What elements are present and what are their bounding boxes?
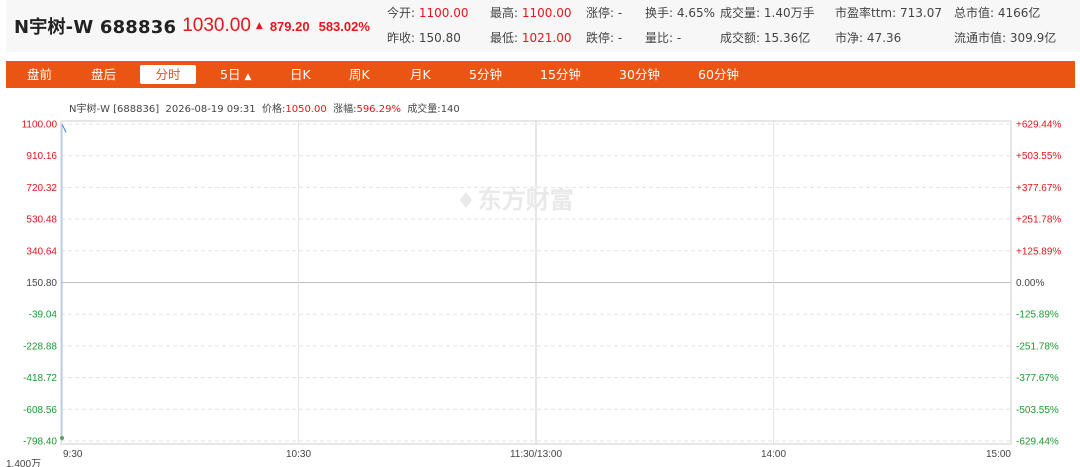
price-line	[61, 123, 67, 133]
tab-60min[interactable]: 60分钟	[698, 61, 739, 88]
tab-premarket[interactable]: 盘前	[27, 61, 52, 88]
tab-weekly-k[interactable]: 周K	[349, 61, 370, 88]
tab-monthly-k[interactable]: 月K	[410, 61, 431, 88]
y-tick-label-right: -629.44%	[1016, 437, 1059, 448]
y-tick-label-left: 340.64	[26, 246, 57, 257]
quote-header: N宇树-W 688836 1030.00 ▲ 879.20 583.02% 今开…	[6, 0, 1080, 52]
tab-afterhours[interactable]: 盘后	[91, 61, 116, 88]
quote-limit-up: 涨停: -	[586, 6, 623, 20]
y-tick-label-right: +377.67%	[1016, 183, 1061, 194]
tab-five-day[interactable]: 5日 ▲	[220, 61, 251, 88]
y-tick-label-right: -251.78%	[1016, 341, 1059, 352]
tab-daily-k[interactable]: 日K	[290, 61, 311, 88]
chart-info-stock: N宇树-W [688836]	[69, 104, 160, 115]
quote-high: 最高: 1100.00	[490, 6, 572, 20]
tab-30min[interactable]: 30分钟	[619, 61, 660, 88]
quote-market-cap: 总市值: 4166亿	[954, 6, 1041, 20]
chart-info-price: 1050.00	[285, 104, 327, 115]
quote-volume: 成交量: 1.40万手	[720, 6, 815, 20]
quote-volume-ratio: 量比: -	[645, 31, 682, 45]
quote-limit-down: 跌停: -	[586, 31, 623, 45]
x-tick-label: 10:30	[286, 449, 311, 460]
y-tick-label-left: -39.04	[29, 310, 58, 321]
chart-info-pct: 596.29%	[356, 104, 401, 115]
quote-amount: 成交额: 15.36亿	[720, 31, 811, 45]
quote-grid: 今开: 1100.00 最高: 1100.00 涨停: - 换手: 4.65% …	[387, 0, 1080, 52]
y-tick-label-left: 150.80	[26, 278, 57, 289]
stock-change: 879.20	[269, 18, 310, 34]
chart-info-price-label: 价格:	[261, 104, 286, 115]
y-tick-label-right: -125.89%	[1016, 310, 1059, 321]
chart-info-vol-label: 成交量:	[407, 104, 441, 115]
y-tick-label-left: 1100.00	[22, 120, 58, 131]
chart-period-toolbar: 盘前 盘后 分时 5日 ▲ 日K 周K 月K 5分钟 15分钟 30分钟 60分…	[6, 61, 1075, 88]
chart-info-pct-label: 涨幅:	[333, 104, 357, 115]
y-tick-label-left: 720.32	[26, 183, 57, 194]
y-tick-label-right: +503.55%	[1016, 151, 1061, 162]
chart-info-datetime: 2026-08-19 09:31	[165, 104, 256, 115]
quote-pb: 市净: 47.36	[835, 31, 902, 45]
y-tick-label-left: 530.48	[26, 215, 57, 226]
y-tick-label-right: -503.55%	[1016, 405, 1059, 416]
y-tick-label-left: -798.40	[23, 437, 57, 448]
stock-quote-app: N宇树-W 688836 1030.00 ▲ 879.20 583.02% 今开…	[0, 0, 1080, 467]
chart-info-bar: N宇树-W [688836] 2026-08-19 09:31 价格:1050.…	[69, 100, 460, 115]
stock-change-pct: 583.02%	[318, 18, 370, 34]
quote-prev-close: 昨收: 150.80	[387, 31, 461, 45]
y-tick-label-left: -228.88	[23, 341, 57, 352]
quote-turnover: 换手: 4.65%	[645, 6, 715, 20]
y-tick-label-left: 910.16	[26, 151, 57, 162]
y-tick-label-right: +251.78%	[1016, 215, 1061, 226]
tab-15min[interactable]: 15分钟	[540, 61, 581, 88]
x-tick-label: 9:30	[63, 449, 83, 460]
tab-5min[interactable]: 5分钟	[469, 61, 502, 88]
intraday-chart[interactable]: 1100.00 +629.44% 910.16 +503.55% 720.32 +377.…	[6, 96, 1080, 467]
y-tick-label-right: +125.89%	[1016, 246, 1061, 257]
volume-scale-label: 1.400万	[6, 459, 41, 467]
y-tick-label-right: 0.00%	[1016, 278, 1044, 289]
five-day-dropdown-icon: ▲	[244, 72, 252, 82]
current-point-marker	[60, 436, 64, 440]
tab-intraday[interactable]: 分时	[140, 65, 196, 84]
x-tick-label: 11:30/13:00	[510, 449, 563, 460]
y-tick-label-right: -377.67%	[1016, 373, 1059, 384]
up-arrow-icon: ▲	[255, 21, 263, 31]
y-tick-label-left: -608.56	[23, 405, 57, 416]
quote-open: 今开: 1100.00	[387, 6, 469, 20]
x-tick-label: 15:00	[986, 449, 1011, 460]
intraday-chart-svg: 1100.00 +629.44% 910.16 +503.55% 720.32 +377.…	[6, 120, 1061, 467]
stock-price: 1030.00	[182, 15, 251, 36]
quote-low: 最低: 1021.00	[490, 31, 572, 45]
x-tick-label: 14:00	[761, 449, 786, 460]
chart-info-vol: 140	[440, 104, 460, 115]
quote-float-market-cap: 流通市值: 309.9亿	[954, 31, 1057, 45]
stock-name: N宇树-W 688836	[14, 17, 177, 38]
y-tick-label-left: -418.72	[23, 373, 57, 384]
watermark-logo-icon: ♦	[456, 189, 476, 214]
y-tick-label-right: +629.44%	[1016, 120, 1061, 131]
watermark: ♦东方财富	[456, 186, 574, 214]
stock-code: 688836	[99, 17, 177, 38]
quote-pe: 市盈率ttm: 713.07	[835, 6, 942, 20]
